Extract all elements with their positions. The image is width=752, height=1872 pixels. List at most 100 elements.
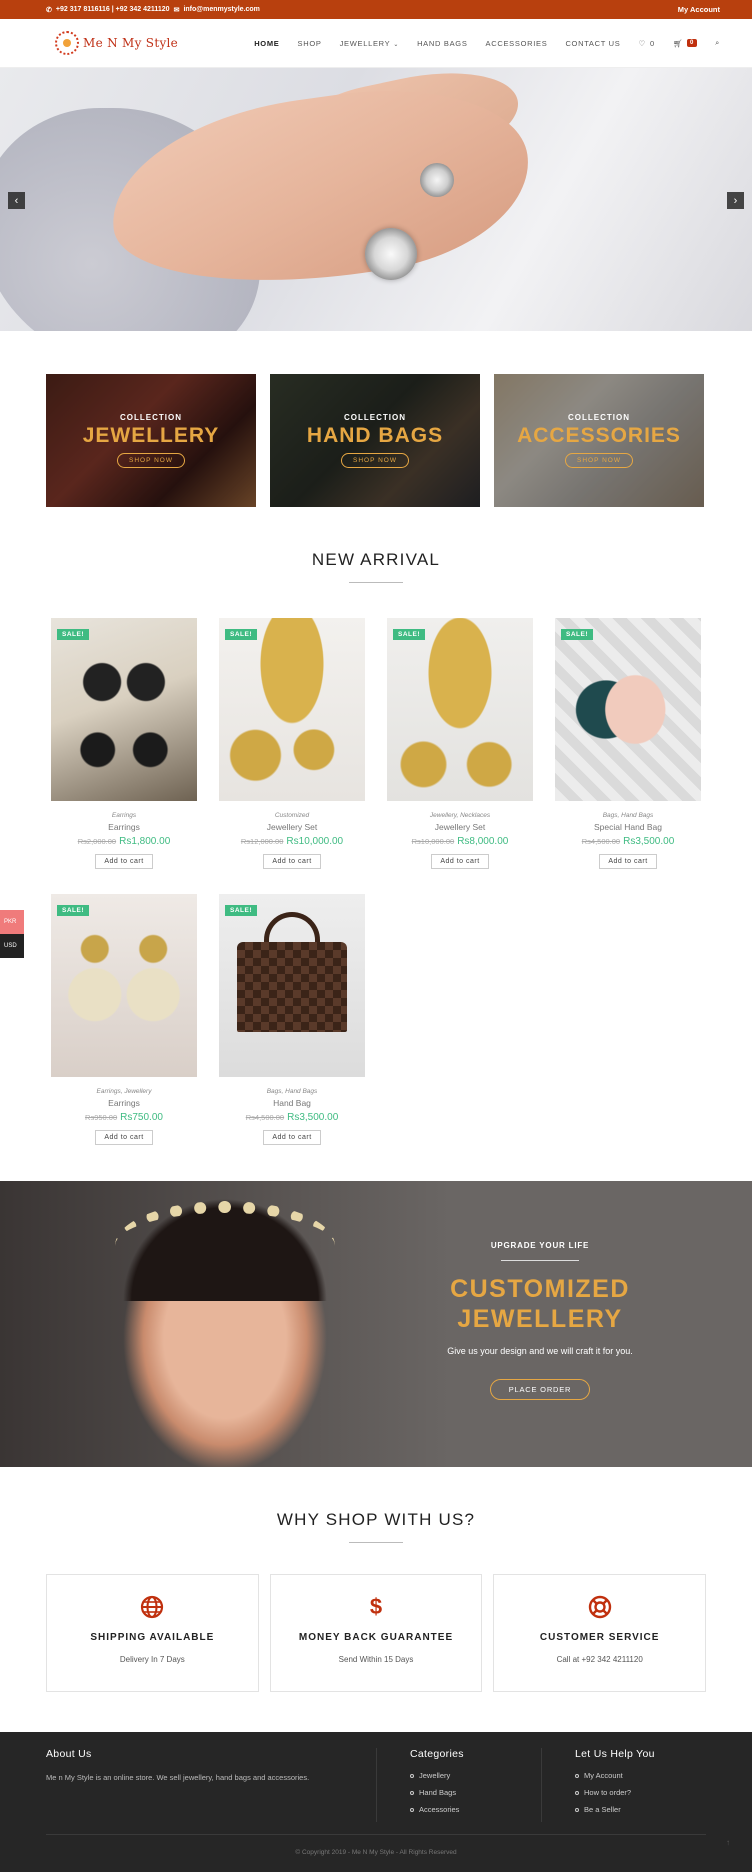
collection-title: JEWELLERY [82, 424, 220, 447]
feature-subtitle: Call at +92 342 4211120 [556, 1655, 643, 1664]
nav-home[interactable]: HOME [254, 39, 279, 48]
collection-kicker: COLLECTION [344, 413, 406, 422]
nav-hand-bags[interactable]: HAND BAGS [417, 39, 467, 48]
wishlist-button[interactable]: ♡ 0 [639, 39, 655, 48]
product-name[interactable]: Jewellery Set [387, 822, 533, 832]
banner-headline-line1: CUSTOMIZED [450, 1275, 630, 1303]
footer-about-title: About Us [46, 1748, 92, 1760]
old-price: Rs4,500.00 [245, 1113, 285, 1122]
footer-link[interactable]: How to order? [575, 1788, 655, 1797]
phone-numbers: +92 317 8116116 | +92 342 4211120 [55, 6, 170, 13]
product-categories[interactable]: Customized [219, 812, 365, 819]
footer-link-label: Be a Seller [584, 1805, 621, 1814]
slider-next-button[interactable]: › [727, 192, 744, 209]
bag-body [237, 942, 347, 1032]
add-to-cart-button[interactable]: Add to cart [431, 854, 489, 869]
add-to-cart-button[interactable]: Add to cart [263, 854, 321, 869]
collection-hand-bags[interactable]: COLLECTION HAND BAGS SHOP NOW [270, 374, 480, 507]
add-to-cart-button[interactable]: Add to cart [599, 854, 657, 869]
nav-jewellery-label: JEWELLERY [339, 38, 391, 48]
product-image[interactable]: SALE! [51, 894, 197, 1077]
hero-slider: ‹ › [0, 68, 752, 331]
product-price: Rs2,000.00 Rs1,800.00 [51, 836, 197, 847]
currency-usd[interactable]: USD [0, 934, 24, 958]
product-name[interactable]: Jewellery Set [219, 822, 365, 832]
product-card: SALE! Customized Jewellery Set Rs12,000.… [219, 618, 365, 869]
top-bar: ✆ +92 317 8116116 | +92 342 4211120 ✉ in… [0, 0, 752, 19]
footer-link[interactable]: My Account [575, 1771, 655, 1780]
footer-categories-title: Categories [410, 1748, 464, 1760]
hero-image-ring-small [420, 163, 454, 197]
add-to-cart-button[interactable]: Add to cart [95, 854, 153, 869]
feature-subtitle: Delivery In 7 Days [119, 1655, 185, 1664]
back-to-top-button[interactable]: ↑ [726, 1838, 730, 1847]
product-name[interactable]: Hand Bag [219, 1098, 365, 1108]
footer-link[interactable]: Hand Bags [410, 1788, 541, 1797]
sale-price: Rs1,800.00 [119, 836, 171, 847]
product-card: SALE! Bags, Hand Bags Special Hand Bag R… [555, 618, 701, 869]
product-grid: SALE! Earrings Earrings Rs2,000.00 Rs1,80… [0, 618, 752, 1145]
place-order-button[interactable]: PLACE ORDER [489, 1379, 591, 1400]
nav-shop[interactable]: SHOP [298, 39, 322, 48]
shop-now-button[interactable]: SHOP NOW [565, 453, 633, 468]
product-name[interactable]: Earrings [51, 822, 197, 832]
title-divider [349, 582, 403, 583]
collection-jewellery[interactable]: COLLECTION JEWELLERY SHOP NOW [46, 374, 256, 507]
nav-accessories[interactable]: ACCESSORIES [486, 39, 548, 48]
product-image[interactable]: SALE! [387, 618, 533, 801]
site-header: Me N My Style HOME SHOP JEWELLERY ⌄ HAND … [0, 19, 752, 68]
lifebuoy-icon [586, 1593, 614, 1621]
search-icon: ⌕ [715, 38, 720, 47]
footer-link[interactable]: Jewellery [410, 1771, 541, 1780]
product-image[interactable]: SALE! [219, 894, 365, 1077]
product-categories[interactable]: Bags, Hand Bags [555, 812, 701, 819]
dollar-icon: $ [369, 1594, 383, 1619]
sale-price: Rs8,000.00 [457, 836, 509, 847]
footer-help-title: Let Us Help You [575, 1748, 655, 1760]
search-button[interactable]: ⌕ [715, 38, 720, 48]
feature-subtitle: Send Within 15 Days [338, 1655, 414, 1664]
nav-contact-us[interactable]: CONTACT US [565, 39, 620, 48]
add-to-cart-button[interactable]: Add to cart [263, 1130, 321, 1145]
footer-link[interactable]: Be a Seller [575, 1805, 655, 1814]
currency-pkr[interactable]: PKR [0, 910, 24, 934]
why-shop-title: WHY SHOP WITH US? [276, 1510, 476, 1529]
site-logo[interactable]: Me N My Style [55, 31, 178, 55]
product-image[interactable]: SALE! [51, 618, 197, 801]
sale-price: Rs3,500.00 [287, 1112, 339, 1123]
feature-customer-service: CUSTOMER SERVICE Call at +92 342 4211120 [493, 1574, 707, 1692]
customized-banner: UPGRADE YOUR LIFE CUSTOMIZED JEWELLERY G… [0, 1181, 752, 1467]
cart-button[interactable]: 🛒︎ 0 [672, 38, 698, 48]
add-to-cart-button[interactable]: Add to cart [95, 1130, 153, 1145]
product-image[interactable]: SALE! [555, 618, 701, 801]
product-categories[interactable]: Earrings [51, 812, 197, 819]
cart-icon: 🛒︎ [672, 38, 684, 48]
product-name[interactable]: Special Hand Bag [555, 822, 701, 832]
sale-price: Rs750.00 [120, 1112, 163, 1123]
title-divider [349, 1542, 403, 1543]
new-arrival-title: NEW ARRIVAL [311, 550, 441, 569]
nav-jewellery[interactable]: JEWELLERY ⌄ [340, 39, 400, 48]
product-card: SALE! Bags, Hand Bags Hand Bag Rs4,500.0… [219, 894, 365, 1145]
product-categories[interactable]: Bags, Hand Bags [219, 1088, 365, 1095]
product-name[interactable]: Earrings [51, 1098, 197, 1108]
old-price: Rs12,000.00 [240, 837, 284, 846]
product-categories[interactable]: Earrings, Jewellery [51, 1088, 197, 1095]
footer-link[interactable]: Accessories [410, 1805, 541, 1814]
footer-columns: About Us Me n My Style is an online stor… [0, 1732, 752, 1822]
banner-divider [501, 1260, 579, 1261]
product-categories[interactable]: Jewellery, Necklaces [387, 812, 533, 819]
shop-now-button[interactable]: SHOP NOW [341, 453, 409, 468]
product-image[interactable]: SALE! [219, 618, 365, 801]
footer-about-text: Me n My Style is an online store. We sel… [46, 1773, 310, 1782]
contact-info: ✆ +92 317 8116116 | +92 342 4211120 ✉ in… [46, 6, 260, 14]
email-link[interactable]: info@menmystyle.com [183, 6, 259, 13]
currency-switcher: PKR USD [0, 910, 24, 958]
slider-prev-button[interactable]: ‹ [8, 192, 25, 209]
banner-content: UPGRADE YOUR LIFE CUSTOMIZED JEWELLERY G… [380, 1181, 700, 1400]
my-account-link[interactable]: My Account [678, 5, 720, 14]
shop-now-button[interactable]: SHOP NOW [117, 453, 185, 468]
site-footer: About Us Me n My Style is an online stor… [0, 1732, 752, 1872]
collection-accessories[interactable]: COLLECTION ACCESSORIES SHOP NOW [494, 374, 704, 507]
product-price: Rs12,000.00 Rs10,000.00 [219, 836, 365, 847]
